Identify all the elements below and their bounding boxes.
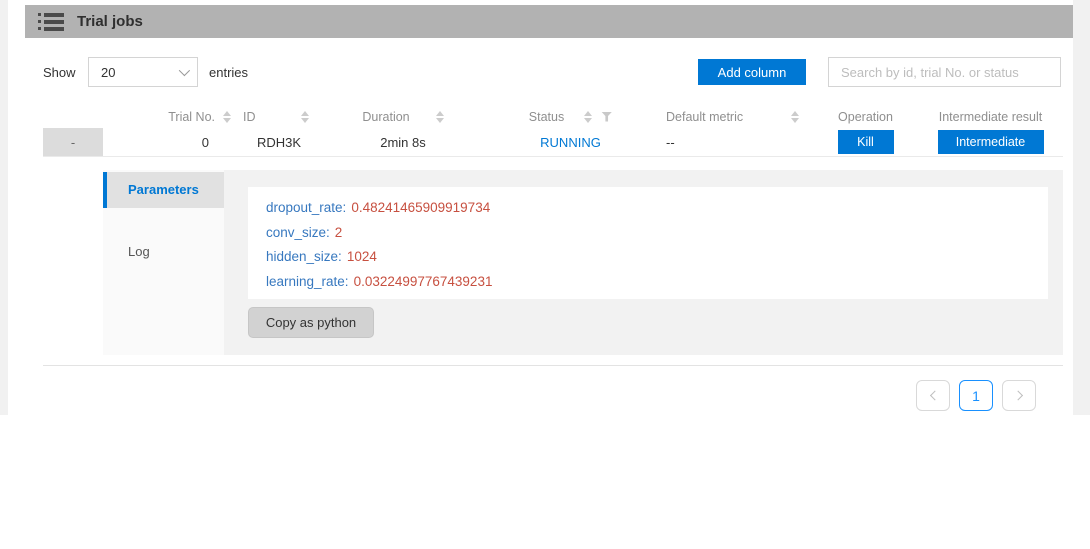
kill-button[interactable]: Kill [838,130,894,154]
parameter-value: 2 [335,225,343,240]
intermediate-button[interactable]: Intermediate [938,130,1044,154]
chevron-right-icon [1013,391,1023,401]
entries-label: entries [209,65,248,80]
cell-duration: 2min 8s [323,128,483,156]
sort-icon[interactable] [791,111,799,123]
parameter-key: hidden_size: [266,249,342,264]
page-size-select[interactable]: 20 [88,57,198,87]
row-expander-toggle[interactable]: - [43,128,103,156]
cell-operation: Kill [813,128,918,156]
header-intermediate-result: Intermediate result [918,105,1063,128]
tab-parameters[interactable]: Parameters [103,172,224,208]
tab-log[interactable]: Log [103,237,224,267]
header-default-metric[interactable]: Default metric [658,105,813,128]
cell-trial-no: 0 [103,128,235,156]
parameter-key: dropout_rate: [266,200,346,215]
add-column-button[interactable]: Add column [698,59,806,85]
trial-jobs-table: Trial No. ID Duration Status [43,105,1063,157]
cell-status: RUNNING [483,128,658,156]
parameter-line: dropout_rate: 0.48241465909919734 [266,196,1030,221]
header-trial-no[interactable]: Trial No. [103,105,235,128]
table-row: - 0 RDH3K 2min 8s RUNNING -- Kill Interm… [43,128,1063,157]
header-duration[interactable]: Duration [323,105,483,128]
sort-icon[interactable] [301,111,309,123]
pagination: 1 [916,380,1036,411]
sort-icon[interactable] [223,111,231,123]
page-size-value: 20 [101,65,115,80]
search-input[interactable] [828,57,1061,87]
trial-detail-panel: Parameters Log dropout_rate: 0.4824146590… [103,170,1063,355]
parameter-line: hidden_size: 1024 [266,245,1030,270]
footer-divider [43,365,1063,366]
chevron-left-icon [929,391,939,401]
filter-icon[interactable] [601,112,612,122]
sort-icon[interactable] [584,111,592,123]
parameter-line: conv_size: 2 [266,221,1030,246]
detail-tab-list: Parameters Log [103,170,224,355]
parameter-value: 0.48241465909919734 [351,200,490,215]
page-title: Trial jobs [77,13,143,30]
trial-jobs-page: Trial jobs Show 20 entries Add column Tr… [0,0,1090,549]
parameters-panel: dropout_rate: 0.48241465909919734 conv_si… [248,187,1048,299]
current-page-button[interactable]: 1 [959,380,993,411]
list-icon [38,13,64,31]
header-expander-column [43,105,103,128]
parameter-key: conv_size: [266,225,330,240]
cell-default-metric: -- [658,128,813,156]
cell-id: RDH3K [235,128,323,156]
sort-icon[interactable] [436,111,444,123]
header-id[interactable]: ID [235,105,323,128]
show-label: Show [43,65,76,80]
cell-intermediate-result: Intermediate [918,128,1063,156]
trial-jobs-card: Trial jobs Show 20 entries Add column Tr… [8,0,1073,415]
header-operation: Operation [813,105,918,128]
next-page-button[interactable] [1002,380,1036,411]
copy-as-python-button[interactable]: Copy as python [248,307,374,338]
header-status[interactable]: Status [483,105,658,128]
page-background: Trial jobs Show 20 entries Add column Tr… [0,0,1090,415]
table-header-row: Trial No. ID Duration Status [43,105,1063,128]
prev-page-button[interactable] [916,380,950,411]
parameter-key: learning_rate: [266,274,349,289]
parameter-line: learning_rate: 0.03224997767439231 [266,270,1030,295]
parameter-value: 1024 [347,249,377,264]
parameter-value: 0.03224997767439231 [354,274,493,289]
titlebar: Trial jobs [25,5,1073,38]
chevron-down-icon [179,65,190,76]
